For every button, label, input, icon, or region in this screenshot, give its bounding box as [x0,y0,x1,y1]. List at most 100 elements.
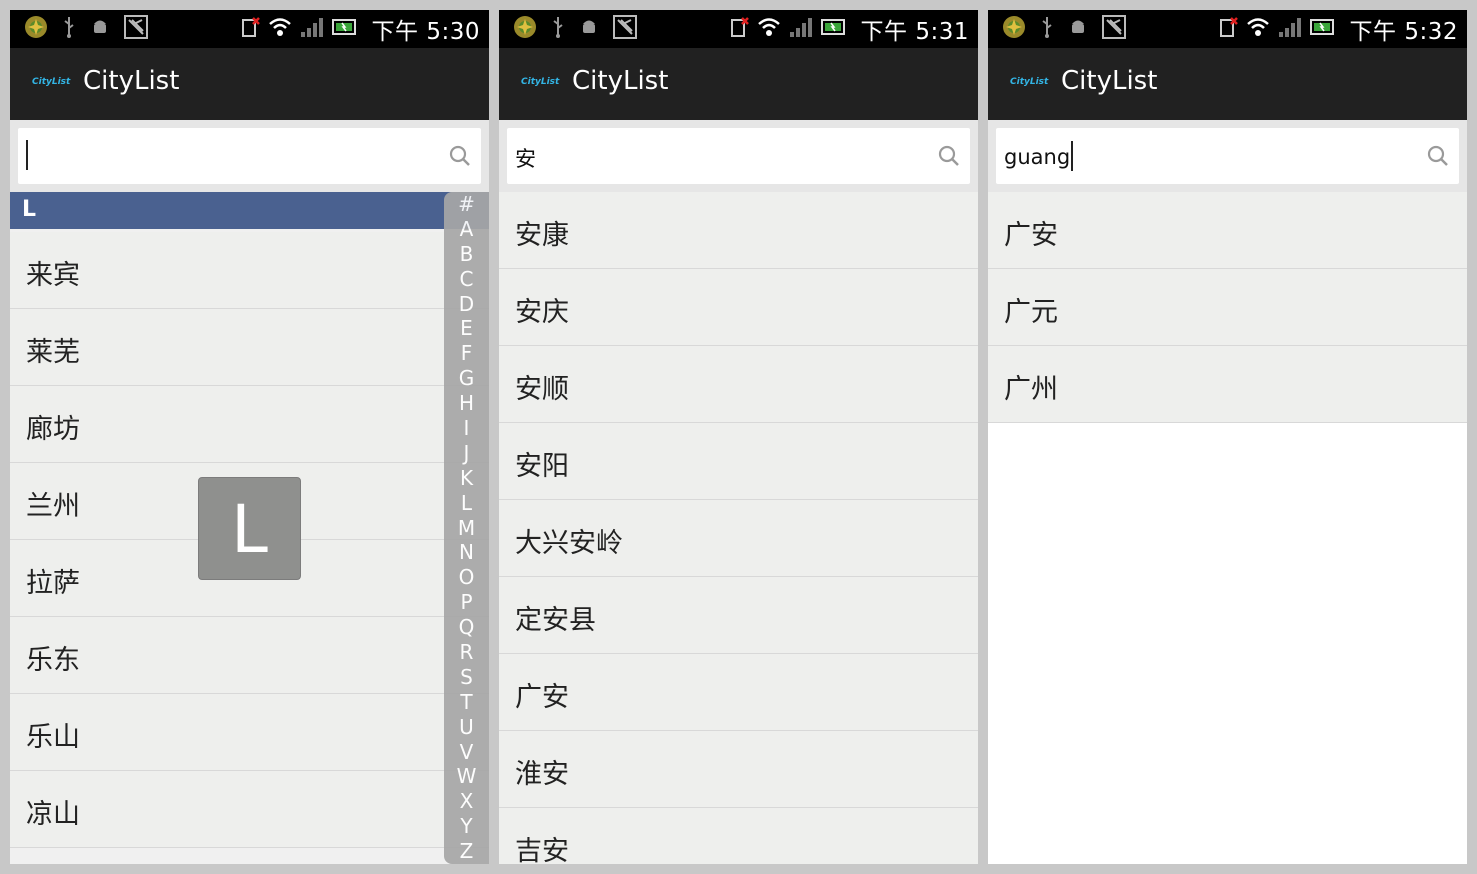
city-name: 来宾 [26,260,80,291]
list-item[interactable]: 广州 [988,346,1467,423]
list-item[interactable]: 安庆 [499,269,978,346]
search-input-text: guang [1004,145,1071,169]
empty-area [988,423,1467,864]
list-item[interactable]: 广安 [499,654,978,731]
text-cursor [1071,141,1074,171]
app-notification-icon [24,15,48,43]
wifi-icon [1246,16,1270,42]
index-letter[interactable]: P [444,590,489,615]
list-item[interactable]: 凉山 [10,771,489,848]
list-item[interactable]: 乐东 [10,617,489,694]
battery-icon [820,17,847,41]
city-name: 安康 [515,220,569,251]
index-letter[interactable]: # [444,192,489,217]
usb-icon [62,16,76,42]
city-name: 拉萨 [26,568,80,599]
index-letter[interactable]: I [444,416,489,441]
index-letter[interactable]: Q [444,615,489,640]
action-bar: CityList CityList [988,48,1467,120]
index-letter[interactable]: M [444,516,489,541]
city-name: 安阳 [515,451,569,482]
city-name: 广安 [515,682,569,713]
search-input[interactable] [18,128,481,184]
battery-icon [1309,17,1336,41]
index-letter[interactable]: C [444,267,489,292]
battery-icon [331,17,358,41]
list-item[interactable]: 广元 [988,269,1467,346]
index-letter[interactable]: O [444,565,489,590]
usb-icon [551,16,565,42]
search-input[interactable]: 安 [507,128,970,184]
list-item[interactable]: 莱芜 [10,309,489,386]
image-notification-icon [124,15,148,43]
index-letter[interactable]: J [444,441,489,466]
list-item[interactable]: 广安 [988,192,1467,269]
alphabet-index-bar[interactable]: # A B C D E F G H I J K L M N O P Q R S … [444,192,489,864]
image-notification-icon [1102,15,1126,43]
signal-icon [1278,16,1302,42]
list-item[interactable]: 安康 [499,192,978,269]
list-item[interactable]: 安顺 [499,346,978,423]
app-title: CityList [1061,66,1158,96]
index-letter[interactable]: H [444,391,489,416]
city-name: 大兴安岭 [515,528,623,559]
search-input[interactable]: guang [996,128,1459,184]
index-letter[interactable]: A [444,217,489,242]
search-icon[interactable] [938,145,960,167]
app-logo: CityList [32,77,71,87]
index-letter[interactable]: D [444,292,489,317]
index-letter[interactable]: W [444,764,489,789]
search-bar: guang [988,120,1467,192]
list-item[interactable]: 定安县 [499,577,978,654]
sim-missing-icon [730,17,749,41]
app-title: CityList [83,66,180,96]
city-name: 莱芜 [26,337,80,368]
section-header: L [10,192,489,229]
status-time: 下午 5:30 [371,19,480,45]
index-letter[interactable]: B [444,242,489,267]
index-letter[interactable]: N [444,540,489,565]
city-name: 吉安 [515,836,569,864]
index-letter[interactable]: L [444,491,489,516]
list-item[interactable]: 安阳 [499,423,978,500]
index-letter[interactable]: X [444,789,489,814]
city-name: 廊坊 [26,414,80,445]
list-item[interactable]: 乐山 [10,694,489,771]
sim-missing-icon [1219,17,1238,41]
index-letter[interactable]: T [444,690,489,715]
status-bar: 下午 5:30 [10,10,489,48]
search-input-value: guang [1004,141,1074,173]
index-letter[interactable]: K [444,466,489,491]
city-name: 安顺 [515,374,569,405]
app-logo: CityList [521,77,560,87]
android-debug-icon [1068,17,1088,41]
status-time: 下午 5:31 [860,19,969,45]
index-letter[interactable]: Z [444,839,489,864]
list-item[interactable]: 廊坊 [10,386,489,463]
status-time: 下午 5:32 [1349,19,1458,45]
city-name: 安庆 [515,297,569,328]
list-item[interactable]: 大兴安岭 [499,500,978,577]
search-icon[interactable] [1427,145,1449,167]
usb-icon [1040,16,1054,42]
index-letter[interactable]: Y [444,814,489,839]
city-name: 乐山 [26,722,80,753]
action-bar: CityList CityList [10,48,489,120]
city-results-list: 广安 广元 广州 [988,192,1467,423]
list-item[interactable]: 吉安 [499,808,978,864]
index-letter[interactable]: G [444,366,489,391]
screen-alphabet-index: 下午 5:30 CityList CityList L 来宾 莱芜 廊坊 兰州 … [10,10,489,864]
search-input-value: 安 [515,147,536,171]
list-item[interactable]: 来宾 [10,232,489,309]
index-letter[interactable]: F [444,341,489,366]
index-letter[interactable]: V [444,740,489,765]
index-letter[interactable]: S [444,665,489,690]
search-icon[interactable] [449,145,471,167]
index-letter[interactable]: U [444,715,489,740]
city-name: 凉山 [26,799,80,830]
index-letter[interactable]: R [444,640,489,665]
search-bar: 安 [499,120,978,192]
index-letter[interactable]: E [444,316,489,341]
app-logo: CityList [1010,77,1049,87]
list-item[interactable]: 淮安 [499,731,978,808]
